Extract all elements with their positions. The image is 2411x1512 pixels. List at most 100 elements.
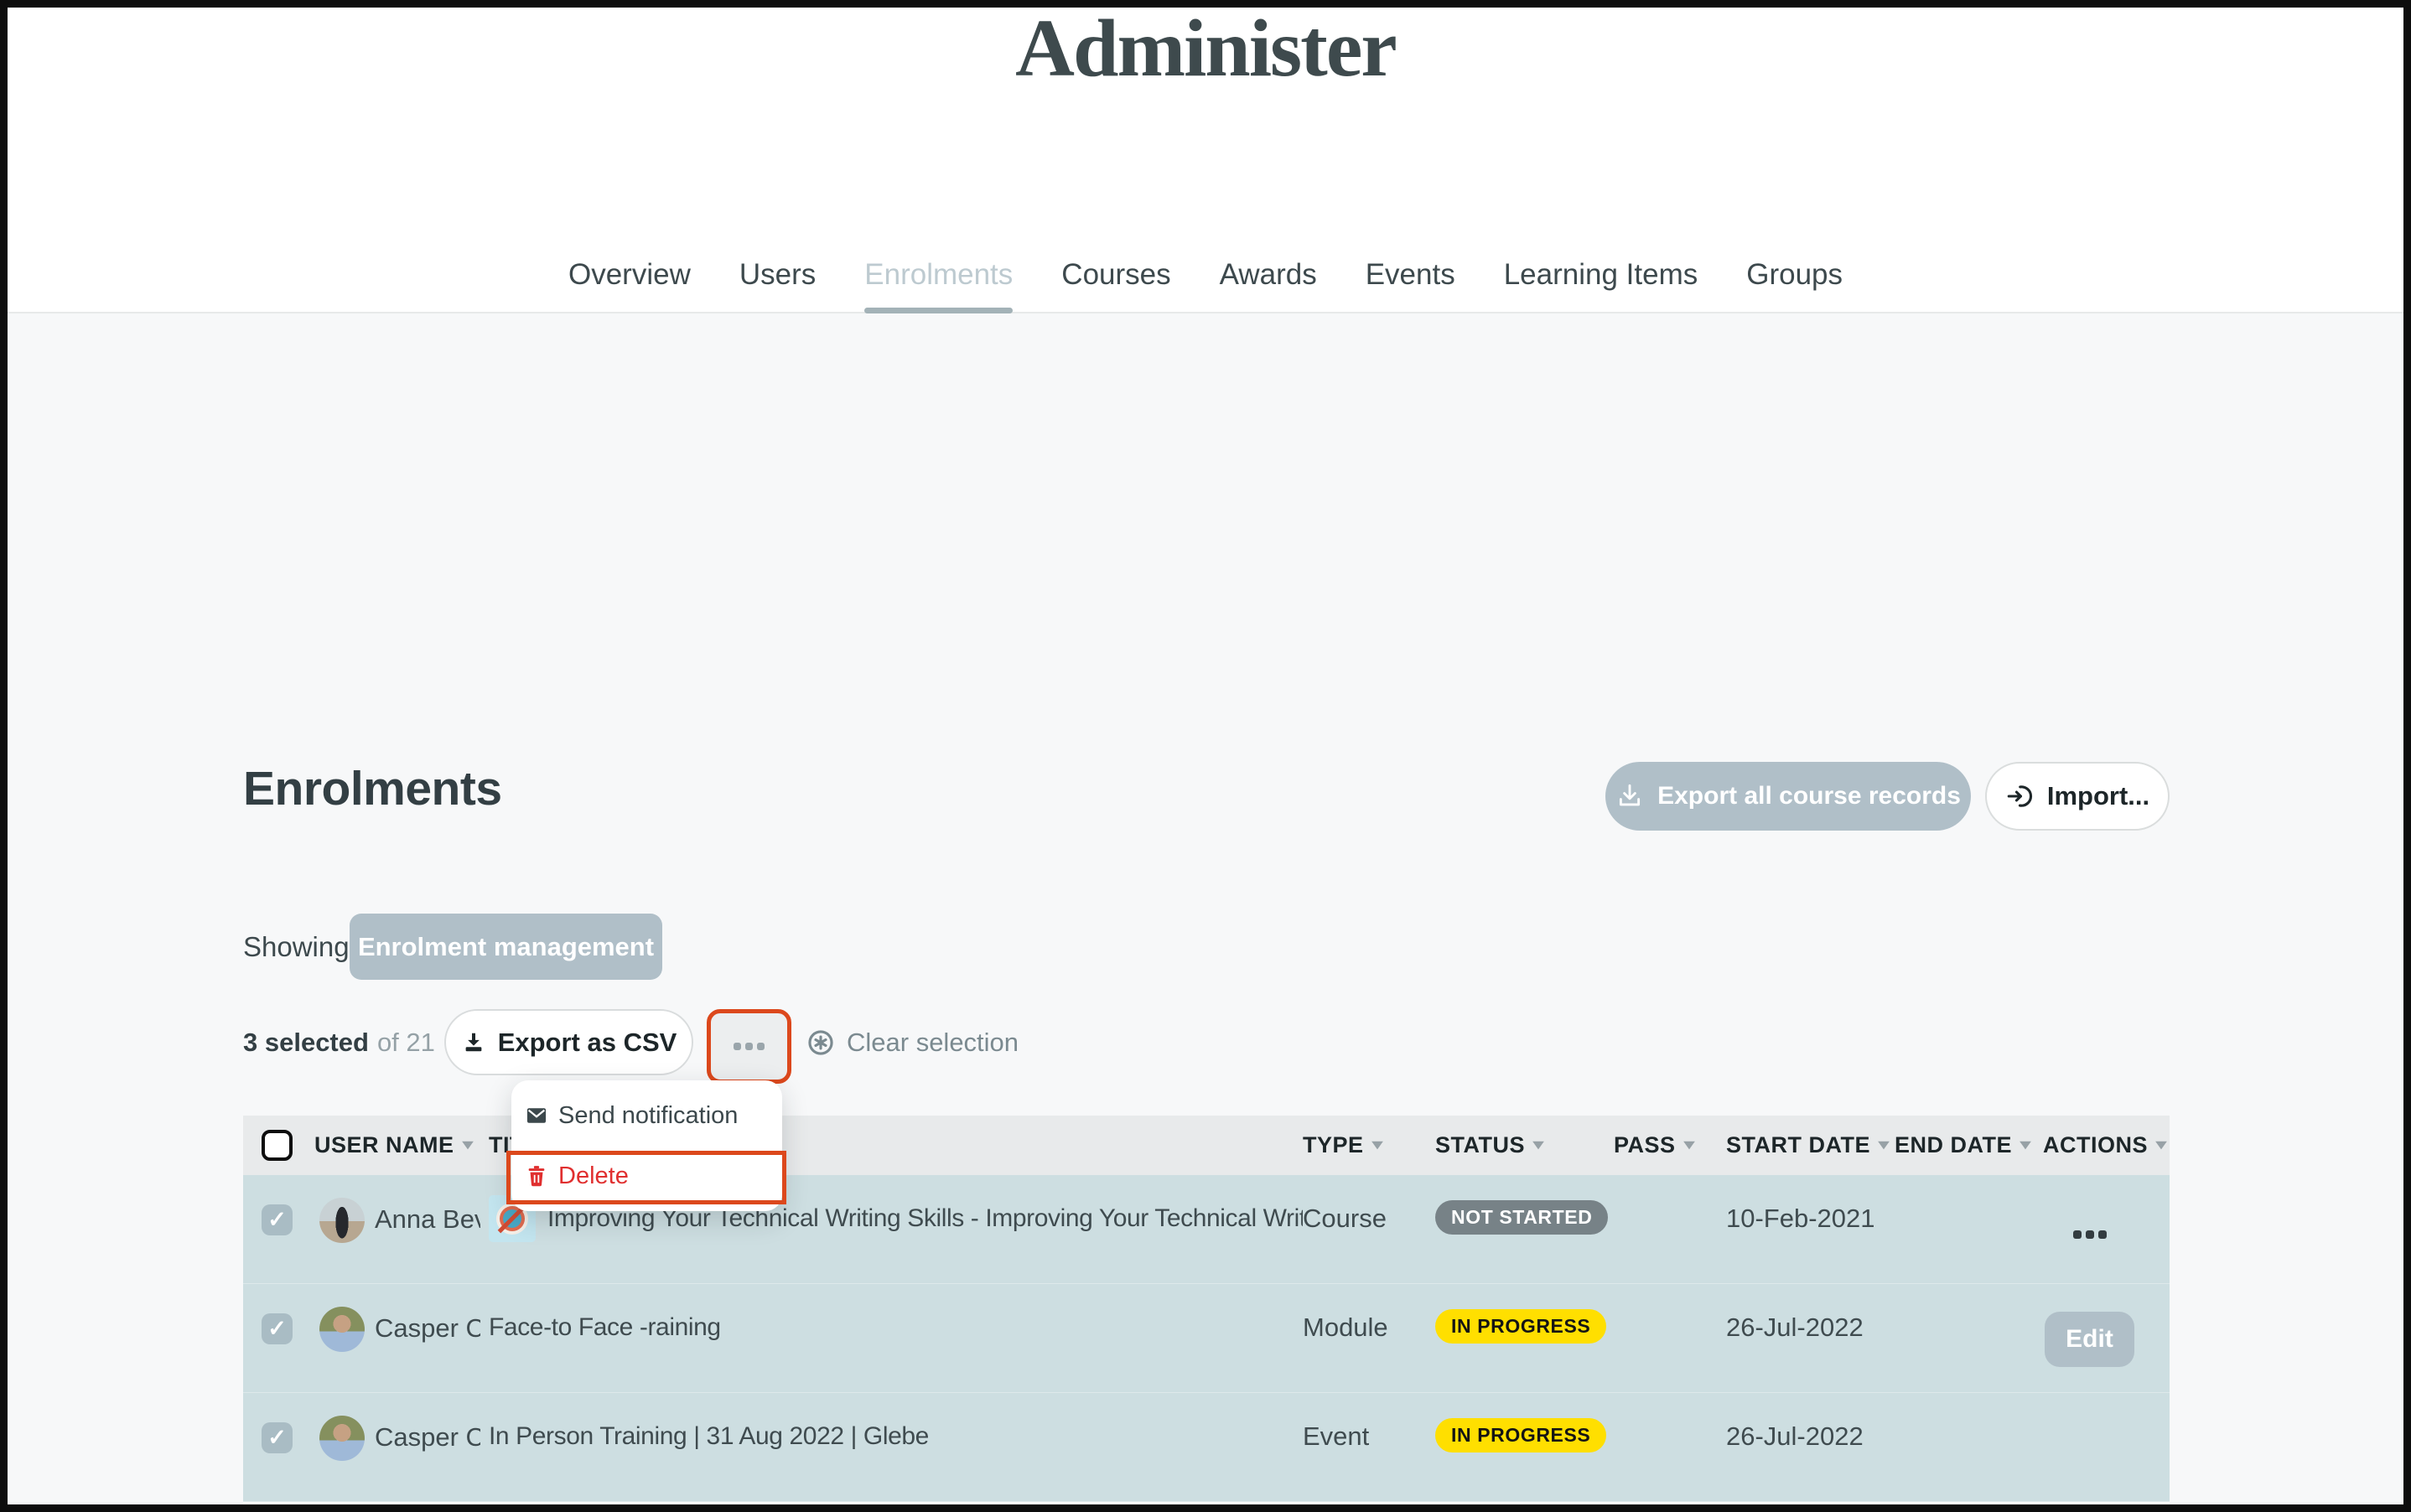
dot — [2098, 1230, 2107, 1239]
user-cell: Adol Lest — [314, 1502, 482, 1512]
context-menu: Send notification Delete — [511, 1080, 782, 1211]
type-cell: Module — [1303, 1313, 1388, 1342]
page: Administer Overview Users Enrolments Course… — [0, 0, 2411, 1512]
download-solid-icon — [461, 1030, 486, 1055]
user-name: Casper C — [375, 1422, 480, 1452]
main-content: Enrolments Export all course records Imp… — [0, 313, 2411, 1512]
sort-caret-icon — [1878, 1141, 1890, 1150]
start-date-cell: 10-Feb-2021 — [1726, 1204, 1875, 1233]
row-select-cell: ✓ — [243, 1175, 314, 1283]
title-cell: In Person Training | 31 Aug 2022 | Glebe — [482, 1393, 1303, 1501]
pass-cell — [1614, 1393, 1726, 1501]
avatar — [319, 1416, 365, 1461]
column-header-end-date[interactable]: END DATE — [1895, 1132, 2043, 1158]
more-actions-button[interactable] — [707, 1009, 791, 1084]
title-cell: Face-to Face -raining — [482, 1284, 1303, 1392]
select-all-checkbox[interactable] — [262, 1130, 293, 1161]
type-cell: Course — [1303, 1204, 1387, 1233]
end-date-cell — [1895, 1284, 2043, 1392]
enrolment-title: In Person Training | 31 Aug 2022 | Glebe — [489, 1422, 929, 1450]
envelope-icon — [525, 1104, 548, 1127]
title-cell: Dealing with Workplace Conflict — [482, 1502, 1303, 1512]
filter-chip-enrolment-management[interactable]: Enrolment management — [350, 914, 662, 980]
user-name: Anna Bev — [375, 1204, 480, 1234]
selected-of-total-label: of 21 — [376, 1027, 435, 1057]
sort-caret-icon — [1532, 1141, 1544, 1150]
actions-cell — [2043, 1502, 2170, 1512]
column-header-actions[interactable]: ACTIONS — [2043, 1132, 2170, 1158]
row-checkbox[interactable]: ✓ — [262, 1313, 293, 1344]
trash-icon — [525, 1164, 548, 1188]
row-checkbox[interactable]: ✓ — [262, 1422, 293, 1453]
status-cell: IN PROGRESS — [1435, 1284, 1614, 1392]
column-header-type[interactable]: TYPE — [1303, 1132, 1435, 1158]
menu-item-delete[interactable]: Delete — [511, 1146, 782, 1206]
nav-tab-users[interactable]: Users — [739, 258, 816, 312]
status-cell: NOT STARTED — [1435, 1175, 1614, 1283]
import-label: Import... — [2046, 781, 2150, 810]
row-checkbox[interactable]: ✓ — [262, 1204, 293, 1235]
row-select-cell: ✓ — [243, 1393, 314, 1501]
clear-selection-button[interactable]: Clear selection — [806, 1009, 1019, 1075]
column-header-status[interactable]: STATUS — [1435, 1132, 1614, 1158]
nav-tab-awards[interactable]: Awards — [1220, 258, 1317, 312]
column-header-start-date[interactable]: START DATE — [1726, 1132, 1895, 1158]
enrolment-title: Face-to Face -raining — [489, 1313, 721, 1341]
column-label: PASS — [1614, 1132, 1676, 1157]
table-row: Adol LestDealing with Workplace Conflict… — [243, 1502, 2170, 1512]
export-all-course-records-button[interactable]: Export all course records — [1605, 762, 1971, 831]
start-date-cell — [1726, 1502, 1895, 1512]
column-header-user-name[interactable]: USER NAME — [314, 1132, 482, 1158]
status-cell: ASSIGNED — [1435, 1502, 1614, 1512]
ellipsis-icon — [734, 1043, 765, 1050]
sort-caret-icon — [461, 1141, 474, 1150]
nav-tab-groups[interactable]: Groups — [1746, 258, 1843, 312]
user-cell: Anna Bev — [314, 1175, 482, 1283]
export-all-label: Export all course records — [1657, 782, 1961, 810]
dot — [2086, 1230, 2094, 1239]
page-title: Enrolments — [243, 762, 502, 816]
table-body: ✓ Anna Bev Improving Your Technical Writin… — [243, 1175, 2170, 1512]
column-label: ACTIONS — [2043, 1132, 2148, 1157]
export-as-csv-button[interactable]: Export as CSV — [444, 1009, 693, 1075]
clear-circle-icon — [806, 1028, 836, 1058]
menu-item-label: Delete — [558, 1162, 629, 1189]
column-label: STATUS — [1435, 1132, 1525, 1157]
nav-tab-events[interactable]: Events — [1366, 258, 1455, 312]
nav-tab-learning-items[interactable]: Learning Items — [1504, 258, 1698, 312]
nav-tab-courses[interactable]: Courses — [1061, 258, 1170, 312]
actions-cell: Edit — [2043, 1284, 2170, 1392]
select-all-cell — [243, 1130, 314, 1161]
status-badge: IN PROGRESS — [1435, 1309, 1607, 1344]
edit-button[interactable]: Edit — [2045, 1312, 2134, 1367]
selection-count: 3 selected of 21 — [243, 1009, 435, 1075]
end-date-cell — [1895, 1393, 2043, 1501]
avatar — [319, 1198, 365, 1243]
menu-item-label: Send notification — [558, 1101, 739, 1129]
menu-item-send-notification[interactable]: Send notification — [511, 1085, 782, 1146]
status-badge: IN PROGRESS — [1435, 1418, 1607, 1452]
column-label: END DATE — [1895, 1132, 2013, 1157]
column-label: TYPE — [1303, 1132, 1364, 1157]
start-date-cell: 26-Jul-2022 — [1726, 1313, 1864, 1342]
column-header-pass[interactable]: PASS — [1614, 1132, 1726, 1158]
nav-tab-overview[interactable]: Overview — [568, 258, 691, 312]
export-csv-label: Export as CSV — [497, 1027, 677, 1057]
import-arrow-icon — [2005, 782, 2034, 810]
import-button[interactable]: Import... — [1985, 762, 2170, 831]
table-row: ✓ Casper C In Person Training | 31 Aug 202… — [243, 1393, 2170, 1502]
dot — [2073, 1230, 2082, 1239]
nav-tab-enrolments[interactable]: Enrolments — [864, 258, 1014, 313]
sort-caret-icon — [1371, 1141, 1383, 1150]
user-cell: Casper C — [314, 1393, 482, 1501]
pass-cell — [1614, 1502, 1726, 1512]
showing-label: Showing: — [243, 931, 357, 962]
end-date-cell — [1895, 1175, 2043, 1283]
selected-count-label: 3 selected — [243, 1027, 369, 1057]
status-badge: NOT STARTED — [1435, 1200, 1609, 1235]
row-actions-menu-dots[interactable] — [2073, 1230, 2170, 1239]
sort-caret-icon — [2155, 1141, 2167, 1150]
end-date-cell — [1895, 1502, 2043, 1512]
row-select-cell — [243, 1502, 314, 1512]
actions-cell — [2043, 1393, 2170, 1501]
